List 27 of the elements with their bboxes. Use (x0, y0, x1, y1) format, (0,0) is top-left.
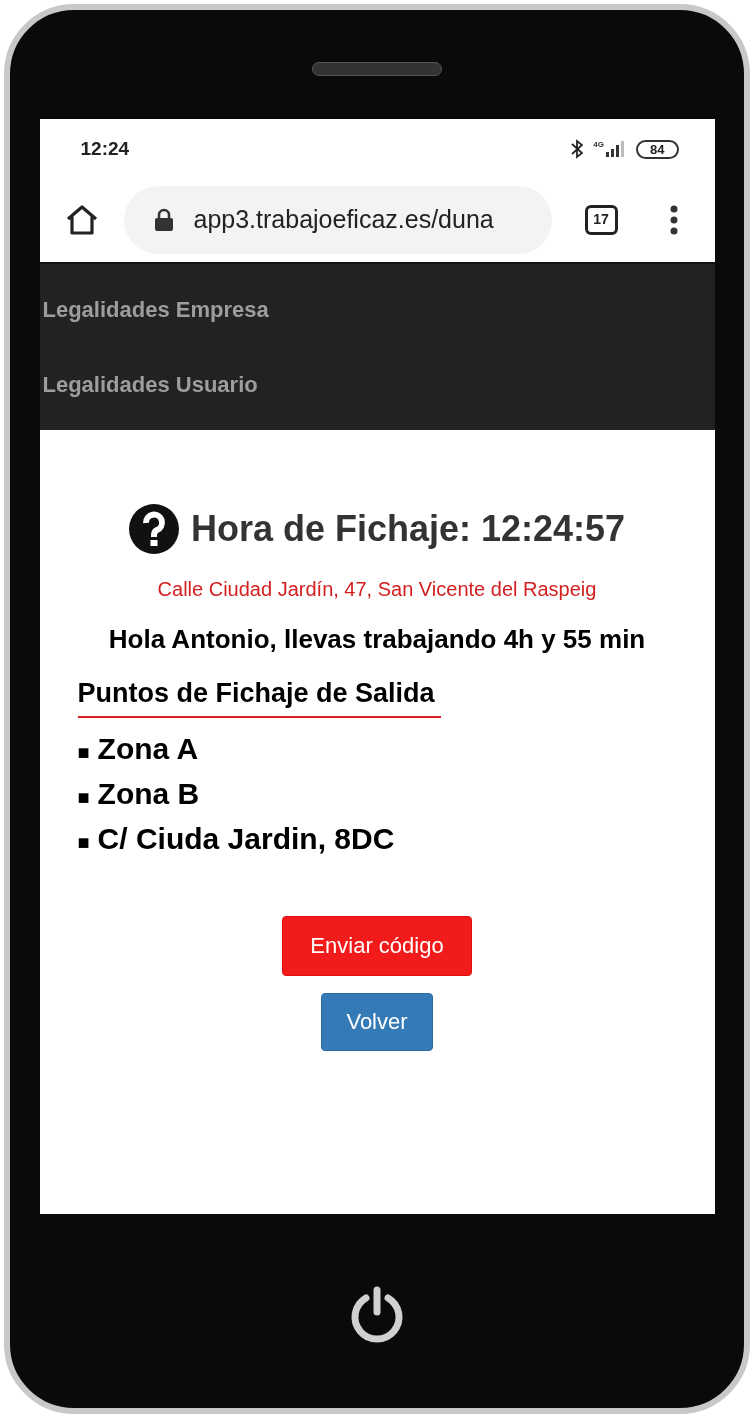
nav-link[interactable]: Legalidades Empresa (42, 293, 715, 326)
lock-icon (153, 207, 174, 232)
point-label: C/ Ciuda Jardin, 8DC (97, 820, 395, 857)
greeting-text: Hola Antonio, llevas trabajando 4h y 55 min (108, 623, 646, 656)
page-title: Hora de Fichaje: 12:24:57 (190, 507, 626, 551)
url-text: app3.trabajoeficaz.es/duna (193, 203, 494, 235)
help-icon[interactable] (128, 504, 179, 554)
battery-indicator: 84 (636, 139, 679, 159)
address-bar[interactable]: app3.trabajoeficaz.es/duna (123, 185, 552, 254)
action-button[interactable]: Enviar código (282, 915, 472, 976)
home-icon[interactable] (64, 203, 99, 236)
network-label: 4G (593, 141, 605, 149)
address-text: Calle Ciudad Jardín, 47, San Vicente del Raspeig (157, 577, 597, 602)
point-label: Zona B (97, 775, 200, 812)
bullet-icon: ■ (77, 826, 90, 857)
section-title: Puntos de Fichaje de Salida (77, 673, 441, 718)
signal-icon (606, 141, 627, 157)
bullet-icon: ■ (77, 781, 90, 812)
action-button[interactable]: Volver (321, 992, 433, 1051)
tab-count-button[interactable]: 17 (584, 204, 618, 235)
point-label: Zona A (97, 730, 199, 767)
power-icon[interactable] (348, 1286, 406, 1344)
more-options-icon[interactable] (669, 204, 678, 235)
status-time: 12:24 (80, 136, 130, 161)
nav-link[interactable]: Legalidades Usuario (42, 368, 715, 401)
bluetooth-icon (571, 139, 584, 159)
bullet-icon: ■ (77, 736, 90, 767)
